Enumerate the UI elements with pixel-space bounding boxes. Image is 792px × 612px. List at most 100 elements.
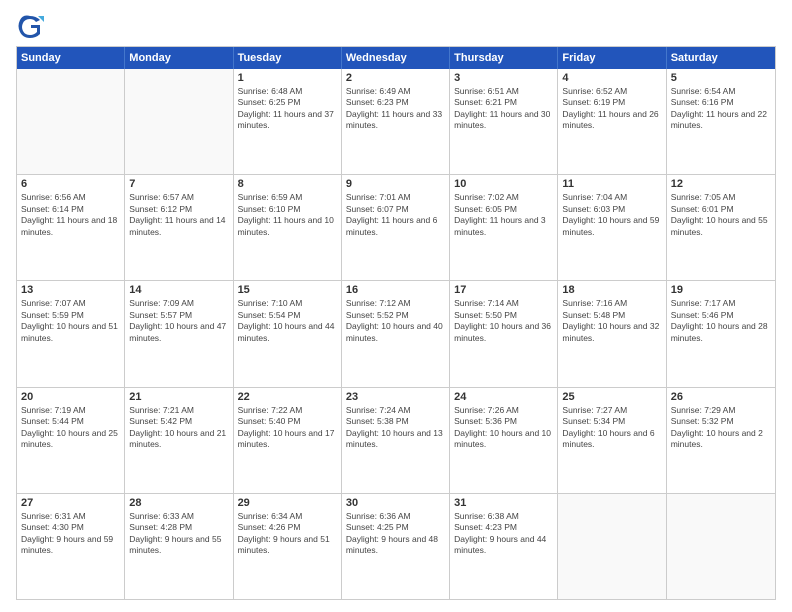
day-number: 3 bbox=[454, 72, 553, 84]
day-number: 11 bbox=[562, 178, 661, 190]
day-number: 15 bbox=[238, 284, 337, 296]
cal-cell: 5Sunrise: 6:54 AMSunset: 6:16 PMDaylight… bbox=[667, 69, 775, 174]
header bbox=[16, 12, 776, 40]
day-number: 20 bbox=[21, 391, 120, 403]
calendar-body: 1Sunrise: 6:48 AMSunset: 6:25 PMDaylight… bbox=[17, 69, 775, 599]
cal-cell: 14 Sunrise: 7:09 AMSunset: 5:57 PMDayligh… bbox=[125, 281, 233, 386]
day-number: 17 bbox=[454, 284, 553, 296]
day-info: Sunrise: 7:09 AMSunset: 5:57 PMDaylight:… bbox=[129, 298, 228, 344]
day-number: 26 bbox=[671, 391, 771, 403]
cal-week-4: 20Sunrise: 7:19 AMSunset: 5:44 PMDayligh… bbox=[17, 387, 775, 493]
cal-cell: 6Sunrise: 6:56 AMSunset: 6:14 PMDaylight… bbox=[17, 175, 125, 280]
cal-cell: 27 Sunrise: 6:31 AMSunset: 4:30 PMDayligh… bbox=[17, 494, 125, 599]
cal-header-thursday: Thursday bbox=[450, 47, 558, 69]
day-number: 2 bbox=[346, 72, 445, 84]
cal-cell: 31 Sunrise: 6:38 AMSunset: 4:23 PMDayligh… bbox=[450, 494, 558, 599]
day-info: Sunrise: 7:04 AMSunset: 6:03 PMDaylight:… bbox=[562, 192, 661, 238]
cal-cell: 28 Sunrise: 6:33 AMSunset: 4:28 PMDayligh… bbox=[125, 494, 233, 599]
day-number: 29 bbox=[238, 497, 337, 509]
cal-week-2: 6Sunrise: 6:56 AMSunset: 6:14 PMDaylight… bbox=[17, 174, 775, 280]
page: SundayMondayTuesdayWednesdayThursdayFrid… bbox=[0, 0, 792, 612]
cal-cell: 29 Sunrise: 6:34 AMSunset: 4:26 PMDayligh… bbox=[234, 494, 342, 599]
cal-cell: 23 Sunrise: 7:24 AMSunset: 5:38 PMDayligh… bbox=[342, 388, 450, 493]
day-info: Sunrise: 6:59 AMSunset: 6:10 PMDaylight:… bbox=[238, 192, 337, 238]
cal-cell: 1Sunrise: 6:48 AMSunset: 6:25 PMDaylight… bbox=[234, 69, 342, 174]
day-info: Sunrise: 7:17 AMSunset: 5:46 PMDaylight:… bbox=[671, 298, 771, 344]
day-info: Sunrise: 7:29 AMSunset: 5:32 PMDaylight:… bbox=[671, 405, 771, 451]
day-info: Sunrise: 7:10 AMSunset: 5:54 PMDaylight:… bbox=[238, 298, 337, 344]
cal-cell: 10 Sunrise: 7:02 AMSunset: 6:05 PMDayligh… bbox=[450, 175, 558, 280]
day-info: Sunrise: 7:05 AMSunset: 6:01 PMDaylight:… bbox=[671, 192, 771, 238]
day-number: 21 bbox=[129, 391, 228, 403]
cal-cell: 15 Sunrise: 7:10 AMSunset: 5:54 PMDayligh… bbox=[234, 281, 342, 386]
day-number: 23 bbox=[346, 391, 445, 403]
cal-cell: 16 Sunrise: 7:12 AMSunset: 5:52 PMDayligh… bbox=[342, 281, 450, 386]
cal-cell: 25 Sunrise: 7:27 AMSunset: 5:34 PMDayligh… bbox=[558, 388, 666, 493]
day-info: Sunrise: 7:24 AMSunset: 5:38 PMDaylight:… bbox=[346, 405, 445, 451]
day-number: 13 bbox=[21, 284, 120, 296]
day-info: Sunrise: 7:02 AMSunset: 6:05 PMDaylight:… bbox=[454, 192, 553, 238]
cal-cell bbox=[558, 494, 666, 599]
cal-cell: 12 Sunrise: 7:05 AMSunset: 6:01 PMDayligh… bbox=[667, 175, 775, 280]
day-info: Sunrise: 6:38 AMSunset: 4:23 PMDaylight:… bbox=[454, 511, 553, 557]
cal-cell: 4 Sunrise: 6:52 AMSunset: 6:19 PMDaylight… bbox=[558, 69, 666, 174]
day-number: 18 bbox=[562, 284, 661, 296]
day-info: Sunrise: 6:49 AMSunset: 6:23 PMDaylight:… bbox=[346, 86, 445, 132]
day-info: Sunrise: 6:36 AMSunset: 4:25 PMDaylight:… bbox=[346, 511, 445, 557]
day-info: Sunrise: 6:56 AMSunset: 6:14 PMDaylight:… bbox=[21, 192, 120, 238]
day-info: Sunrise: 7:16 AMSunset: 5:48 PMDaylight:… bbox=[562, 298, 661, 344]
day-number: 9 bbox=[346, 178, 445, 190]
day-number: 8 bbox=[238, 178, 337, 190]
day-number: 10 bbox=[454, 178, 553, 190]
logo bbox=[16, 12, 48, 40]
day-number: 19 bbox=[671, 284, 771, 296]
cal-header-wednesday: Wednesday bbox=[342, 47, 450, 69]
cal-header-sunday: Sunday bbox=[17, 47, 125, 69]
cal-cell: 21 Sunrise: 7:21 AMSunset: 5:42 PMDayligh… bbox=[125, 388, 233, 493]
day-number: 7 bbox=[129, 178, 228, 190]
day-number: 25 bbox=[562, 391, 661, 403]
day-number: 27 bbox=[21, 497, 120, 509]
day-info: Sunrise: 6:33 AMSunset: 4:28 PMDaylight:… bbox=[129, 511, 228, 557]
cal-cell: 11 Sunrise: 7:04 AMSunset: 6:03 PMDayligh… bbox=[558, 175, 666, 280]
day-info: Sunrise: 6:54 AMSunset: 6:16 PMDaylight:… bbox=[671, 86, 771, 132]
day-info: Sunrise: 7:21 AMSunset: 5:42 PMDaylight:… bbox=[129, 405, 228, 451]
cal-cell: 2 Sunrise: 6:49 AMSunset: 6:23 PMDaylight… bbox=[342, 69, 450, 174]
cal-week-3: 13 Sunrise: 7:07 AMSunset: 5:59 PMDayligh… bbox=[17, 280, 775, 386]
day-info: Sunrise: 7:22 AMSunset: 5:40 PMDaylight:… bbox=[238, 405, 337, 451]
cal-cell: 7 Sunrise: 6:57 AMSunset: 6:12 PMDaylight… bbox=[125, 175, 233, 280]
logo-icon bbox=[16, 12, 44, 40]
cal-cell: 13 Sunrise: 7:07 AMSunset: 5:59 PMDayligh… bbox=[17, 281, 125, 386]
day-number: 31 bbox=[454, 497, 553, 509]
day-info: Sunrise: 6:31 AMSunset: 4:30 PMDaylight:… bbox=[21, 511, 120, 557]
day-info: Sunrise: 7:01 AMSunset: 6:07 PMDaylight:… bbox=[346, 192, 445, 238]
day-info: Sunrise: 6:48 AMSunset: 6:25 PMDaylight:… bbox=[238, 86, 337, 132]
day-info: Sunrise: 7:12 AMSunset: 5:52 PMDaylight:… bbox=[346, 298, 445, 344]
day-number: 30 bbox=[346, 497, 445, 509]
cal-cell: 8 Sunrise: 6:59 AMSunset: 6:10 PMDaylight… bbox=[234, 175, 342, 280]
cal-week-1: 1Sunrise: 6:48 AMSunset: 6:25 PMDaylight… bbox=[17, 69, 775, 174]
day-number: 16 bbox=[346, 284, 445, 296]
cal-cell: 19 Sunrise: 7:17 AMSunset: 5:46 PMDayligh… bbox=[667, 281, 775, 386]
day-info: Sunrise: 7:26 AMSunset: 5:36 PMDaylight:… bbox=[454, 405, 553, 451]
day-info: Sunrise: 6:57 AMSunset: 6:12 PMDaylight:… bbox=[129, 192, 228, 238]
day-info: Sunrise: 6:34 AMSunset: 4:26 PMDaylight:… bbox=[238, 511, 337, 557]
cal-header-monday: Monday bbox=[125, 47, 233, 69]
day-info: Sunrise: 7:14 AMSunset: 5:50 PMDaylight:… bbox=[454, 298, 553, 344]
day-info: Sunrise: 7:27 AMSunset: 5:34 PMDaylight:… bbox=[562, 405, 661, 451]
day-info: Sunrise: 6:52 AMSunset: 6:19 PMDaylight:… bbox=[562, 86, 661, 132]
cal-header-friday: Friday bbox=[558, 47, 666, 69]
cal-cell bbox=[17, 69, 125, 174]
day-number: 28 bbox=[129, 497, 228, 509]
calendar-header-row: SundayMondayTuesdayWednesdayThursdayFrid… bbox=[17, 47, 775, 69]
day-info: Sunrise: 7:07 AMSunset: 5:59 PMDaylight:… bbox=[21, 298, 120, 344]
day-number: 4 bbox=[562, 72, 661, 84]
cal-cell: 30 Sunrise: 6:36 AMSunset: 4:25 PMDayligh… bbox=[342, 494, 450, 599]
day-number: 12 bbox=[671, 178, 771, 190]
cal-cell: 24Sunrise: 7:26 AMSunset: 5:36 PMDayligh… bbox=[450, 388, 558, 493]
cal-cell: 9 Sunrise: 7:01 AMSunset: 6:07 PMDaylight… bbox=[342, 175, 450, 280]
cal-cell: 18 Sunrise: 7:16 AMSunset: 5:48 PMDayligh… bbox=[558, 281, 666, 386]
day-number: 14 bbox=[129, 284, 228, 296]
cal-header-tuesday: Tuesday bbox=[234, 47, 342, 69]
cal-cell: 20Sunrise: 7:19 AMSunset: 5:44 PMDayligh… bbox=[17, 388, 125, 493]
